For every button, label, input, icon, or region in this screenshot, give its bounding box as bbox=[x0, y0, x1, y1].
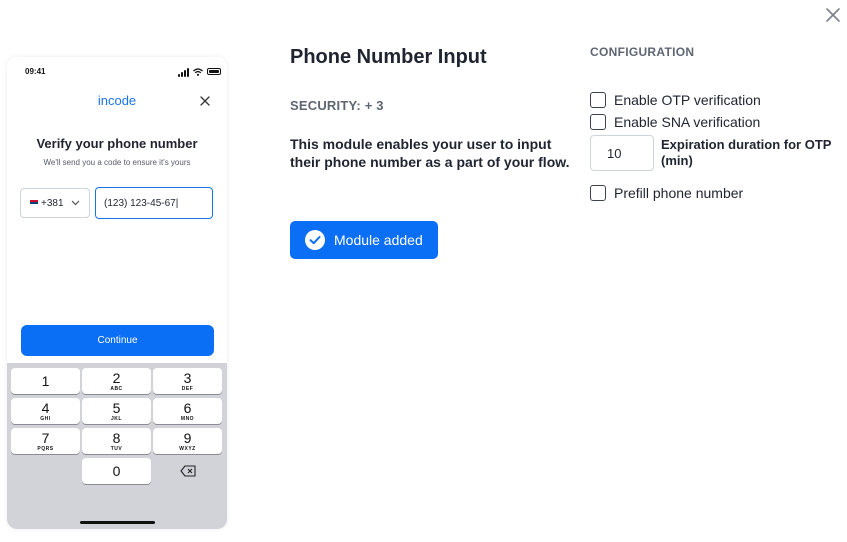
key-empty bbox=[11, 458, 80, 484]
module-title: Phone Number Input bbox=[290, 46, 487, 68]
key-digit: 6 bbox=[183, 400, 192, 416]
key-letters: ABC bbox=[110, 386, 123, 392]
key-letters: PQRS bbox=[37, 446, 54, 452]
app-logo: incode bbox=[97, 93, 137, 108]
flag-icon bbox=[30, 200, 38, 206]
sna-verification-option[interactable]: Enable SNA verification bbox=[590, 114, 760, 130]
key-letters: JKL bbox=[111, 416, 122, 422]
key-letters: DEF bbox=[181, 386, 194, 392]
backspace-icon bbox=[180, 465, 196, 477]
security-score: SECURITY: + 3 bbox=[290, 98, 384, 113]
prefill-phone-checkbox[interactable] bbox=[590, 185, 606, 201]
key-digit: 4 bbox=[41, 400, 50, 416]
key-letters: MNO bbox=[180, 416, 195, 422]
key-7[interactable]: 7 PQRS bbox=[11, 428, 80, 454]
prefill-phone-label: Prefill phone number bbox=[614, 185, 744, 201]
key-5[interactable]: 5 JKL bbox=[82, 398, 151, 424]
prefill-phone-option[interactable]: Prefill phone number bbox=[590, 185, 743, 201]
verify-subtitle: We'll send you a code to ensure it's you… bbox=[43, 158, 191, 167]
numeric-keypad: 1 2 ABC 3 DEF 4 GHI 5 JKL 6 MNO 7 PQRS 8 bbox=[7, 363, 227, 529]
key-letters: TUV bbox=[110, 446, 123, 452]
chevron-down-icon bbox=[71, 200, 80, 206]
module-added-label: Module added bbox=[334, 232, 423, 248]
status-time: 09:41 bbox=[25, 67, 46, 76]
otp-duration-input[interactable] bbox=[590, 135, 654, 171]
otp-verification-option[interactable]: Enable OTP verification bbox=[590, 92, 761, 108]
close-icon[interactable] bbox=[199, 95, 211, 107]
module-added-button[interactable]: Module added bbox=[290, 221, 438, 259]
key-digit: 1 bbox=[41, 373, 50, 389]
continue-button[interactable]: Continue bbox=[21, 325, 214, 356]
module-description: This module enables your user to input t… bbox=[290, 136, 570, 170]
backspace-key[interactable] bbox=[153, 458, 222, 484]
key-3[interactable]: 3 DEF bbox=[153, 368, 222, 394]
status-icons bbox=[178, 67, 222, 77]
key-digit: 2 bbox=[112, 370, 121, 386]
key-9[interactable]: 9 WXYZ bbox=[153, 428, 222, 454]
home-indicator bbox=[80, 521, 155, 524]
sna-verification-label: Enable SNA verification bbox=[614, 114, 761, 130]
key-6[interactable]: 6 MNO bbox=[153, 398, 222, 424]
otp-verification-checkbox[interactable] bbox=[590, 92, 606, 108]
key-8[interactable]: 8 TUV bbox=[82, 428, 151, 454]
phone-preview: 09:41 incode Verify your phone number We… bbox=[7, 57, 227, 529]
key-digit: 9 bbox=[183, 430, 192, 446]
key-letters: WXYZ bbox=[179, 446, 196, 452]
otp-duration-label: Expiration duration for OTP (min) bbox=[661, 137, 832, 168]
key-0[interactable]: 0 bbox=[82, 458, 151, 484]
close-icon[interactable] bbox=[822, 4, 844, 26]
configuration-heading: CONFIGURATION bbox=[590, 45, 695, 59]
check-circle-icon bbox=[305, 230, 325, 250]
key-4[interactable]: 4 GHI bbox=[11, 398, 80, 424]
key-1[interactable]: 1 bbox=[11, 368, 80, 394]
country-code-select[interactable]: +381 bbox=[20, 188, 90, 218]
sna-verification-checkbox[interactable] bbox=[590, 114, 606, 130]
key-digit: 3 bbox=[183, 370, 192, 386]
key-letters: GHI bbox=[40, 416, 51, 422]
country-code: +381 bbox=[41, 197, 64, 209]
verify-title: Verify your phone number bbox=[36, 136, 198, 151]
phone-number-input[interactable] bbox=[95, 187, 213, 219]
status-bar: 09:41 bbox=[7, 57, 227, 85]
key-digit: 5 bbox=[112, 400, 121, 416]
otp-verification-label: Enable OTP verification bbox=[614, 92, 761, 108]
key-digit: 8 bbox=[112, 430, 121, 446]
key-digit: 0 bbox=[112, 463, 121, 479]
wifi-icon bbox=[193, 68, 203, 76]
battery-icon bbox=[207, 68, 221, 75]
key-2[interactable]: 2 ABC bbox=[82, 368, 151, 394]
key-digit: 7 bbox=[41, 430, 50, 446]
